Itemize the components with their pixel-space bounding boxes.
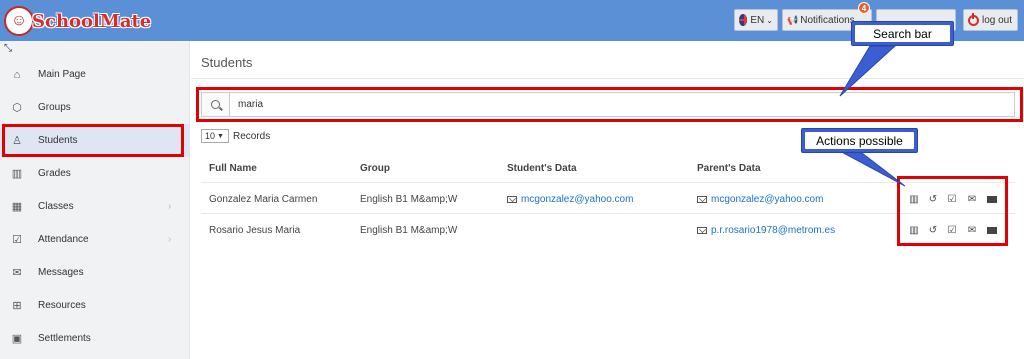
actions-callout-label: Actions possible	[805, 132, 914, 149]
callout-pointers	[837, 45, 906, 187]
actions-callout-pointer	[837, 149, 906, 187]
actions-callout: Actions possible	[801, 128, 918, 153]
search-callout-pointer	[839, 45, 897, 97]
search-bar-callout-label: Search bar	[855, 25, 950, 42]
search-bar-callout: Search bar	[851, 21, 954, 46]
